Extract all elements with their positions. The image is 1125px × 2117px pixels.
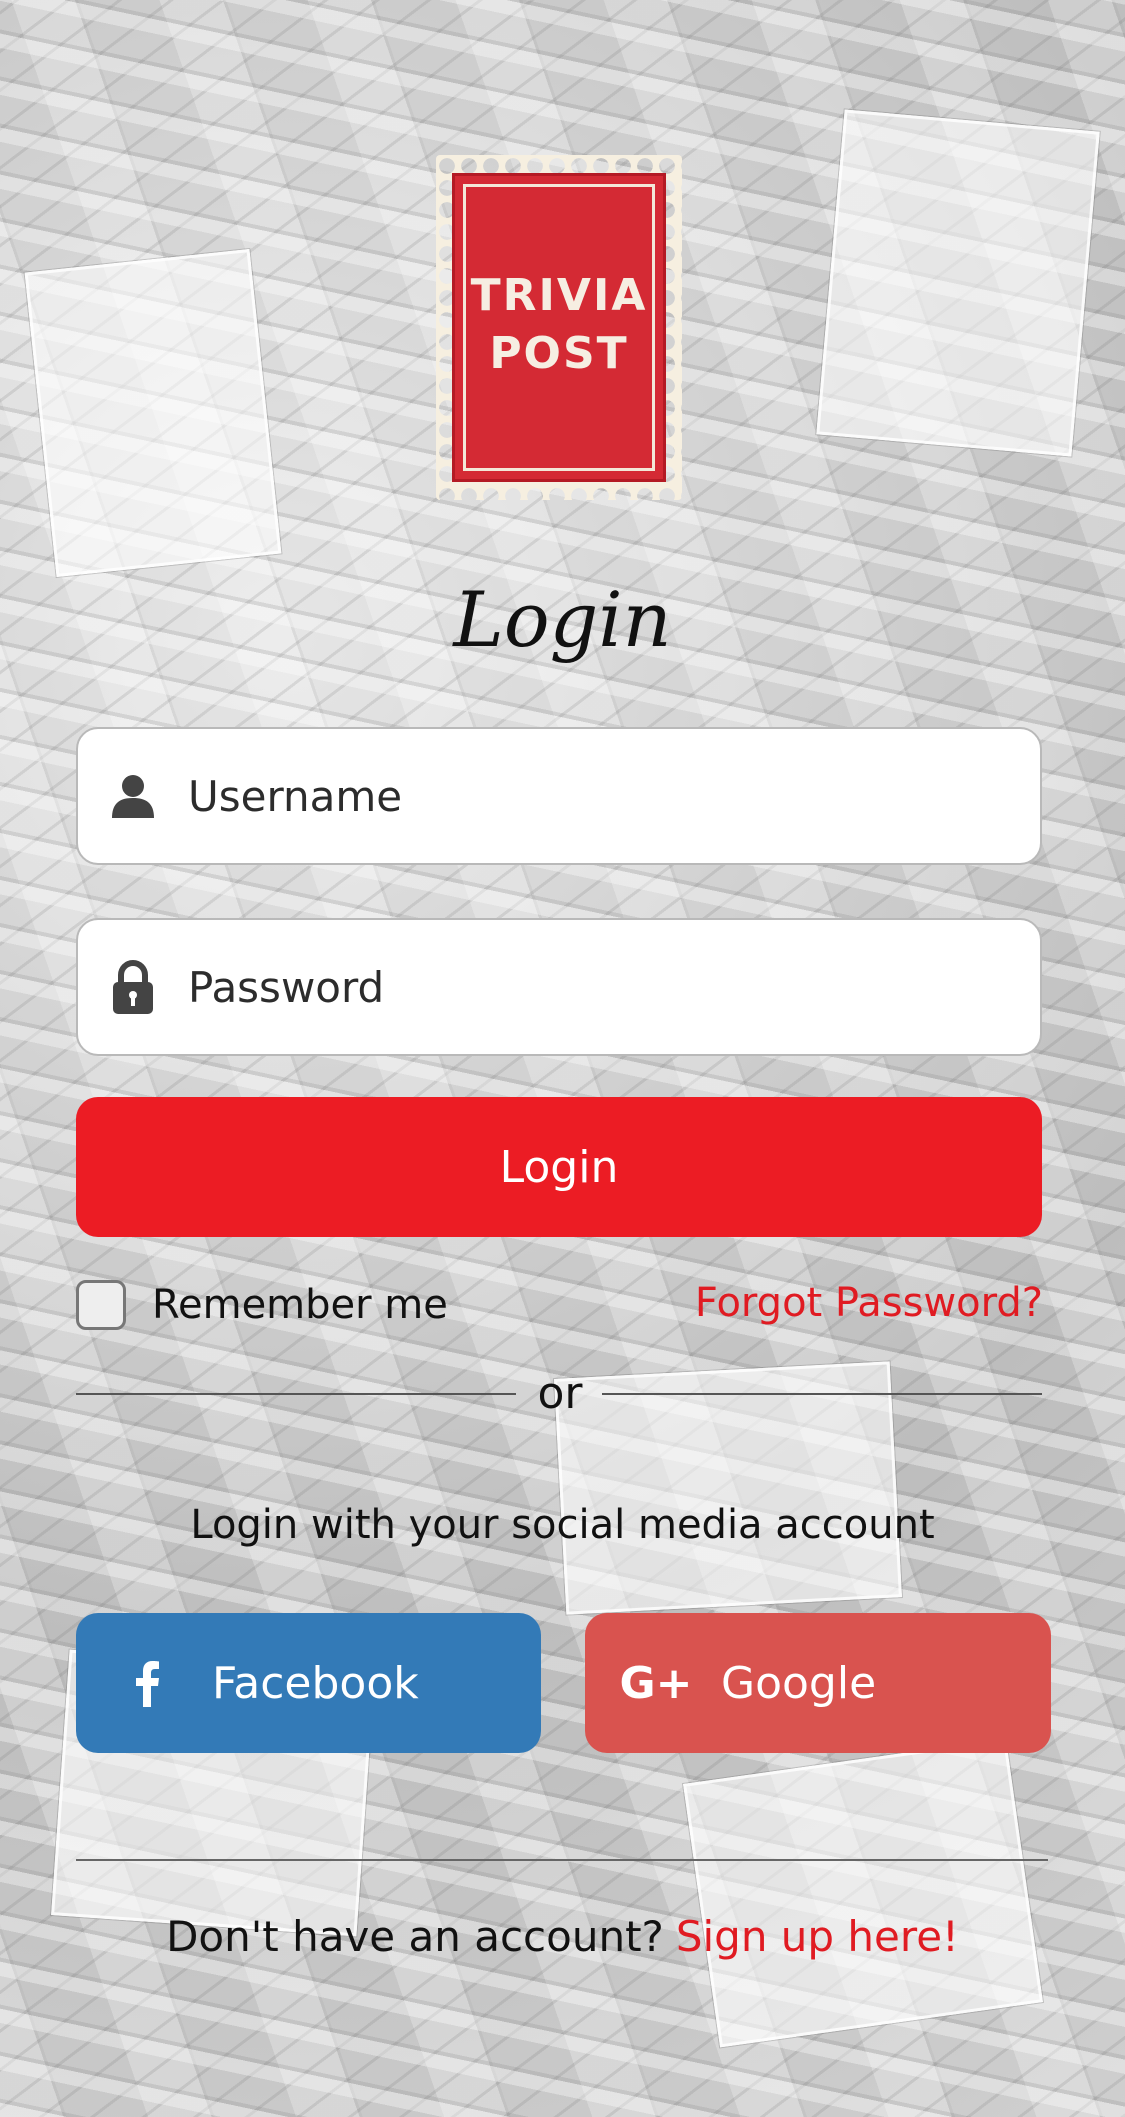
background-postcard (683, 1738, 1043, 2048)
google-label: Google (721, 1657, 877, 1709)
background-postcard (554, 1361, 902, 1615)
trivia-post-logo: TRIVIA POST (436, 155, 682, 500)
footer-divider (76, 1859, 1048, 1861)
facebook-icon (82, 1659, 212, 1707)
facebook-label: Facebook (212, 1657, 419, 1709)
remember-me[interactable]: Remember me (76, 1280, 448, 1330)
forgot-password-link[interactable]: Forgot Password? (695, 1280, 1043, 1326)
login-button[interactable]: Login (76, 1097, 1042, 1237)
password-field[interactable] (76, 918, 1042, 1056)
lock-icon (78, 959, 188, 1015)
google-login-button[interactable]: G+ Google (585, 1613, 1051, 1753)
signup-row: Don't have an account? Sign up here! (0, 1912, 1125, 1961)
logo-line-2: POST (489, 328, 629, 379)
user-icon (78, 773, 188, 819)
or-divider-text: or (537, 1368, 583, 1419)
background-postcard (24, 249, 282, 577)
social-login-heading: Login with your social media account (190, 1502, 935, 1548)
facebook-login-button[interactable]: Facebook (76, 1613, 541, 1753)
background-postcard (816, 109, 1100, 457)
password-input[interactable] (188, 962, 1040, 1012)
logo-text: TRIVIA POST (436, 267, 682, 383)
divider-right (602, 1393, 1042, 1395)
signup-link[interactable]: Sign up here! (676, 1912, 959, 1961)
username-input[interactable] (188, 771, 1040, 821)
divider-left (76, 1393, 516, 1395)
page-title: Login (453, 575, 672, 664)
google-plus-icon: G+ (619, 1657, 693, 1709)
remember-me-checkbox[interactable] (76, 1280, 126, 1330)
username-field[interactable] (76, 727, 1042, 865)
signup-prompt: Don't have an account? (166, 1912, 664, 1961)
logo-line-1: TRIVIA (470, 270, 648, 321)
remember-me-label: Remember me (152, 1282, 448, 1328)
